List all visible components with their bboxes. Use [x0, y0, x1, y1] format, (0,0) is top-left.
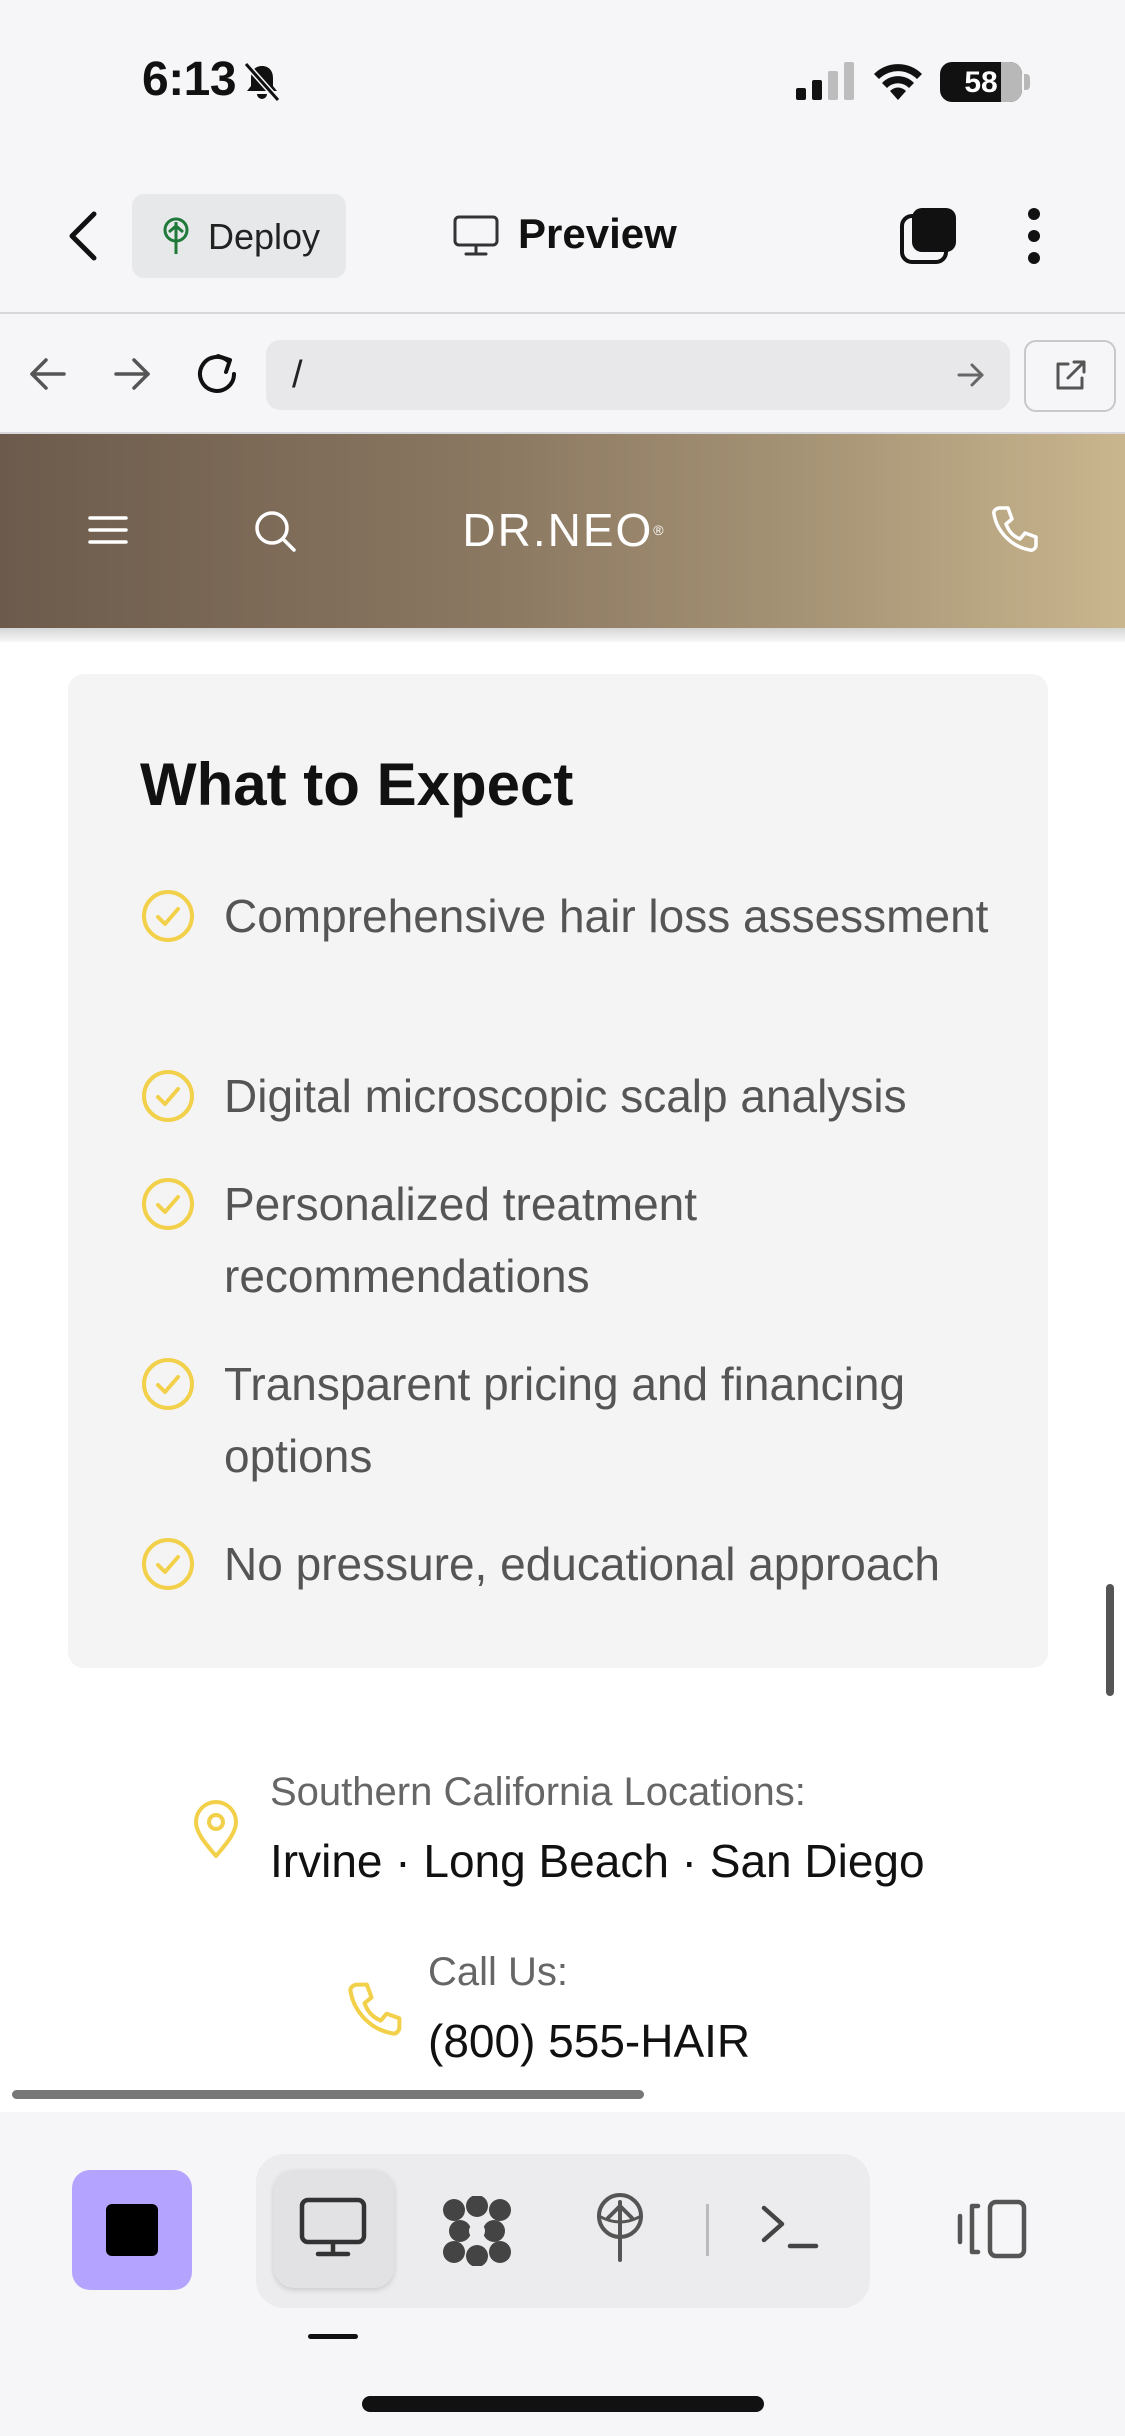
- wifi-icon: [874, 64, 922, 100]
- card-title: What to Expect: [140, 751, 574, 818]
- open-external-icon: [1056, 360, 1086, 390]
- check-circle-icon: [142, 890, 194, 942]
- list-item-text: Comprehensive hair loss assessment: [224, 890, 989, 942]
- header-shadow: [0, 628, 1125, 642]
- location-pin-icon: [194, 1800, 238, 1858]
- battery-nub: [1024, 74, 1030, 90]
- terminal-icon[interactable]: [758, 2198, 820, 2254]
- logo-text: DR.NEO: [462, 504, 654, 556]
- vertical-scrollbar[interactable]: [1106, 1584, 1114, 1696]
- list-item: Comprehensive hair loss assessment: [140, 880, 1000, 1024]
- call-phone-icon: [348, 1982, 402, 2036]
- split-view-icon[interactable]: [956, 2198, 1028, 2260]
- signal-icon: [796, 62, 854, 100]
- logo-registered-mark: ®: [653, 522, 666, 538]
- deploy-tree-icon: [163, 217, 189, 254]
- bell-slash-icon: [243, 62, 281, 102]
- stop-icon: [106, 2204, 158, 2256]
- deploy-label: Deploy: [208, 216, 321, 257]
- toolbar-divider: [706, 2204, 709, 2256]
- list-item: No pressure, educational approach: [140, 1528, 1000, 1600]
- list-item-text: Digital microscopic scalp analysis: [224, 1070, 907, 1122]
- cluster-icon[interactable]: [440, 2196, 514, 2266]
- monitor-icon: [453, 215, 499, 256]
- stop-button[interactable]: [72, 2170, 192, 2290]
- list-item-text: No pressure, educational approach: [224, 1538, 941, 1590]
- locations-value: Irvine · Long Beach · San Diego: [270, 1835, 925, 1887]
- reload-icon[interactable]: [192, 350, 242, 398]
- monitor-icon[interactable]: [298, 2196, 368, 2260]
- deploy-icon[interactable]: [590, 2192, 650, 2264]
- tabs-icon[interactable]: [898, 206, 960, 266]
- list-item: Digital microscopic scalp analysis: [140, 1060, 1000, 1132]
- check-circle-icon: [142, 1178, 194, 1230]
- status-time: 6:13: [142, 53, 237, 106]
- hamburger-icon[interactable]: [86, 512, 130, 548]
- site-logo[interactable]: DR.NEO®: [444, 500, 684, 560]
- list-item-text: Transparent pricing and financing option…: [224, 1358, 906, 1482]
- call-phone-number[interactable]: (800) 555-HAIR: [428, 2014, 750, 2068]
- list-item: Transparent pricing and financing option…: [140, 1348, 1000, 1492]
- preview-label[interactable]: Preview: [518, 210, 677, 258]
- locations-label: Southern California Locations:: [270, 1770, 806, 1814]
- home-indicator[interactable]: [362, 2396, 764, 2412]
- open-external-button[interactable]: [1024, 340, 1116, 412]
- deploy-button[interactable]: Deploy: [132, 194, 346, 278]
- check-circle-icon: [142, 1358, 194, 1410]
- arrow-right-icon[interactable]: [110, 354, 154, 394]
- battery-icon: 58: [940, 62, 1022, 102]
- active-tab-indicator: [308, 2334, 358, 2339]
- kebab-menu-icon[interactable]: [1020, 206, 1048, 266]
- list-item-text: Personalized treatment recommendations: [224, 1178, 698, 1302]
- horizontal-scrollbar[interactable]: [12, 2090, 644, 2099]
- chevron-left-icon[interactable]: [60, 208, 110, 264]
- url-text: /: [292, 354, 303, 396]
- battery-level: 58: [964, 66, 998, 99]
- check-circle-icon: [142, 1070, 194, 1122]
- arrow-left-icon[interactable]: [26, 354, 70, 394]
- go-arrow-icon[interactable]: [956, 360, 986, 390]
- call-label: Call Us:: [428, 1950, 569, 1994]
- phone-icon[interactable]: [990, 504, 1040, 554]
- url-input[interactable]: /: [266, 340, 1010, 410]
- check-circle-icon: [142, 1538, 194, 1590]
- list-item: Personalized treatment recommendations: [140, 1168, 1000, 1312]
- search-icon[interactable]: [252, 508, 298, 554]
